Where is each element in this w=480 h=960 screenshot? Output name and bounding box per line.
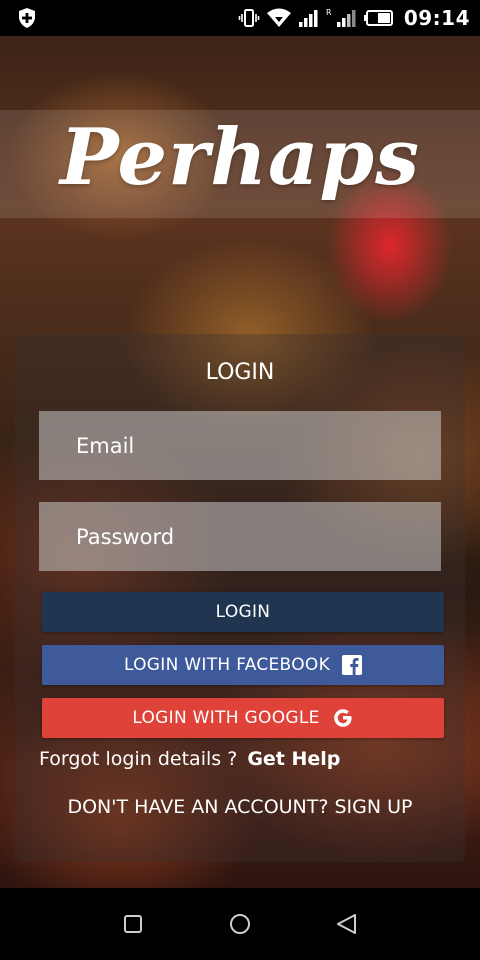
shield-plus-icon xyxy=(16,7,38,29)
forgot-login-row: Forgot login details ? Get Help xyxy=(39,748,340,770)
back-icon[interactable] xyxy=(327,904,367,944)
status-time: 09:14 xyxy=(403,6,470,30)
get-help-link[interactable]: Get Help xyxy=(247,748,340,770)
home-icon[interactable] xyxy=(220,904,260,944)
recents-icon[interactable] xyxy=(113,904,153,944)
email-field[interactable] xyxy=(39,411,441,480)
login-with-facebook-button[interactable]: LOGIN WITH FACEBOOK xyxy=(42,645,444,685)
password-field[interactable] xyxy=(39,502,441,571)
roaming-label: R xyxy=(326,8,332,17)
facebook-icon xyxy=(342,655,363,675)
google-icon xyxy=(332,707,354,729)
battery-icon xyxy=(363,8,394,28)
login-button-label: LOGIN xyxy=(215,602,271,622)
vibrate-icon xyxy=(238,7,260,29)
roaming-signal-icon: R xyxy=(326,7,358,29)
login-card: LOGIN LOGIN LOGIN WITH FACEBOOK LOGIN WI… xyxy=(15,334,465,862)
signal-icon xyxy=(298,8,320,28)
wifi-icon xyxy=(266,7,292,29)
facebook-button-label: LOGIN WITH FACEBOOK xyxy=(123,655,331,675)
google-button-label: LOGIN WITH GOOGLE xyxy=(132,708,320,728)
navigation-bar xyxy=(0,888,480,960)
status-bar: R 09:14 xyxy=(0,0,480,36)
sign-up-link[interactable]: DON'T HAVE AN ACCOUNT? SIGN UP xyxy=(15,796,465,818)
login-with-google-button[interactable]: LOGIN WITH GOOGLE xyxy=(42,698,444,738)
login-button[interactable]: LOGIN xyxy=(42,592,444,632)
app-title: Perhaps xyxy=(60,112,420,203)
forgot-login-text: Forgot login details ? xyxy=(39,748,238,770)
login-heading: LOGIN xyxy=(205,360,275,385)
